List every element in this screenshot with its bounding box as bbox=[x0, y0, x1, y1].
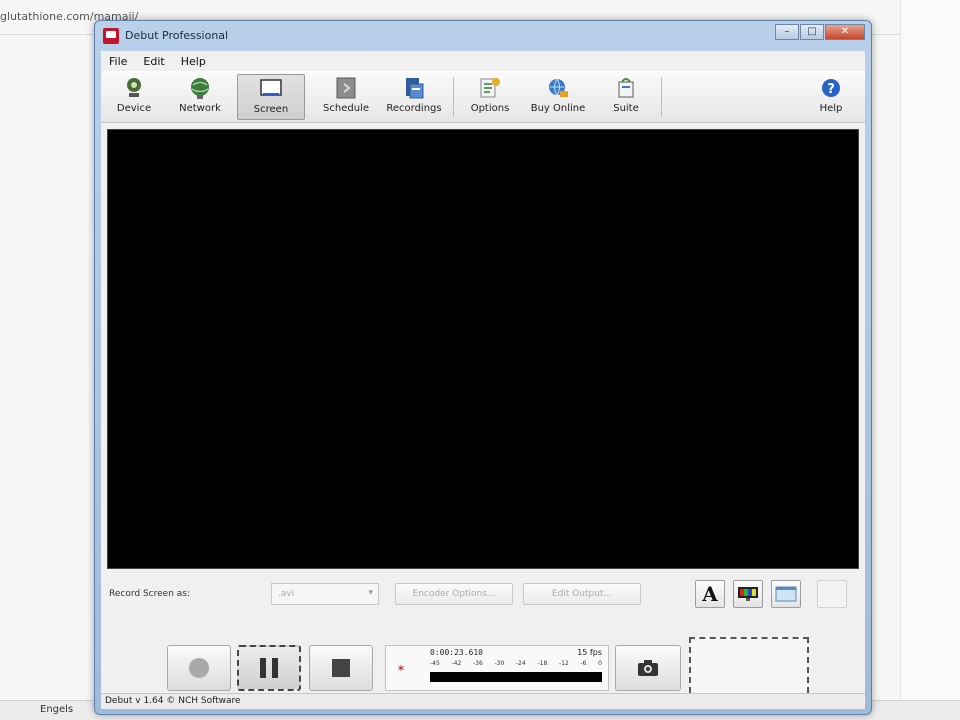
window-controls: – □ ✕ bbox=[775, 24, 865, 40]
network-icon bbox=[191, 78, 209, 99]
format-value: .avi bbox=[278, 589, 295, 599]
menu-help[interactable]: Help bbox=[181, 55, 206, 68]
window-effects-icon bbox=[775, 586, 797, 602]
menu-bar: File Edit Help bbox=[101, 51, 865, 71]
schedule-label: Schedule bbox=[323, 103, 369, 114]
suite-button[interactable]: Suite bbox=[601, 74, 651, 120]
help-button[interactable]: ? Help bbox=[811, 74, 851, 120]
main-toolbar: Device Network Screen Schedule Recording… bbox=[101, 71, 865, 123]
window-title: Debut Professional bbox=[125, 29, 229, 42]
stop-button[interactable] bbox=[309, 645, 373, 691]
maximize-button[interactable]: □ bbox=[800, 24, 824, 40]
suite-label: Suite bbox=[613, 103, 639, 114]
level-tick: -36 bbox=[473, 660, 483, 667]
level-tick: 0 bbox=[598, 660, 602, 667]
schedule-icon bbox=[336, 77, 356, 99]
toolbar-separator bbox=[661, 77, 662, 117]
color-adjust-button[interactable] bbox=[733, 580, 763, 608]
level-tick: -12 bbox=[559, 660, 569, 667]
suite-icon bbox=[618, 78, 634, 98]
screen-label: Screen bbox=[253, 104, 289, 115]
device-button[interactable]: Device bbox=[107, 74, 161, 120]
help-icon: ? bbox=[822, 79, 840, 97]
elapsed-time: 0:00:23.610 bbox=[430, 648, 483, 657]
level-tick: -24 bbox=[516, 660, 526, 667]
encoder-options-button[interactable]: Encoder Options... bbox=[395, 583, 513, 605]
text-overlay-button[interactable]: A bbox=[695, 580, 725, 608]
camera-icon bbox=[638, 660, 658, 676]
recording-indicator-icon: ✶ bbox=[396, 662, 406, 675]
recordings-icon bbox=[406, 78, 424, 99]
video-preview bbox=[107, 129, 859, 569]
record-button[interactable] bbox=[167, 645, 231, 691]
color-bars-icon bbox=[738, 587, 758, 601]
video-effects-button[interactable] bbox=[771, 580, 801, 608]
screen-button[interactable]: Screen bbox=[237, 74, 305, 120]
network-button[interactable]: Network bbox=[171, 74, 229, 120]
screen-icon bbox=[260, 79, 282, 96]
webcam-icon bbox=[127, 78, 141, 97]
status-text: Debut v 1.64 © NCH Software bbox=[105, 696, 241, 706]
audio-level-bar bbox=[430, 672, 602, 682]
pause-button[interactable] bbox=[237, 645, 301, 691]
extra-option-button[interactable] bbox=[817, 580, 847, 608]
level-scale: -45 -42 -36 -30 -24 -18 -12 -6 0 bbox=[430, 660, 602, 670]
globe-cart-icon bbox=[549, 78, 568, 97]
recordings-label: Recordings bbox=[386, 103, 442, 114]
buy-online-label: Buy Online bbox=[530, 103, 586, 114]
record-as-label: Record Screen as: bbox=[109, 589, 190, 599]
buy-online-button[interactable]: Buy Online bbox=[525, 74, 591, 120]
title-bar[interactable]: Debut Professional – □ ✕ bbox=[95, 21, 871, 51]
level-tick: -42 bbox=[451, 660, 462, 667]
status-bar: Debut v 1.64 © NCH Software bbox=[101, 693, 865, 709]
close-button[interactable]: ✕ bbox=[825, 24, 865, 40]
schedule-button[interactable]: Schedule bbox=[317, 74, 375, 120]
record-icon bbox=[189, 658, 209, 678]
level-tick: -45 bbox=[430, 660, 440, 667]
minimize-button[interactable]: – bbox=[775, 24, 799, 40]
toolbar-separator bbox=[453, 77, 454, 117]
recording-controls: ✶ 0:00:23.610 15 fps -45 -42 -36 -30 -24… bbox=[101, 621, 865, 703]
options-label: Options bbox=[470, 103, 510, 114]
pause-icon bbox=[260, 658, 278, 678]
menu-file[interactable]: File bbox=[109, 55, 127, 68]
snapshot-button[interactable] bbox=[615, 645, 681, 691]
options-button[interactable]: Options bbox=[463, 74, 517, 120]
device-label: Device bbox=[116, 103, 152, 114]
chevron-down-icon: ▾ bbox=[368, 588, 373, 598]
frame-rate: 15 fps bbox=[577, 648, 602, 657]
browser-scrollbar[interactable] bbox=[900, 0, 960, 720]
record-options-row: Record Screen as: .avi ▾ Encoder Options… bbox=[101, 575, 865, 615]
recordings-button[interactable]: Recordings bbox=[381, 74, 447, 120]
debut-window: Debut Professional – □ ✕ File Edit Help … bbox=[94, 20, 872, 715]
svg-text:?: ? bbox=[827, 82, 835, 97]
level-tick: -6 bbox=[580, 660, 587, 667]
help-label: Help bbox=[819, 103, 843, 114]
taskbar-item[interactable]: Engels bbox=[40, 704, 73, 715]
menu-edit[interactable]: Edit bbox=[143, 55, 164, 68]
window-client: File Edit Help Device Network Screen Sch… bbox=[101, 51, 865, 709]
level-tick: -30 bbox=[494, 660, 505, 667]
app-icon bbox=[103, 28, 119, 44]
format-select[interactable]: .avi ▾ bbox=[271, 583, 379, 605]
level-tick: -18 bbox=[537, 660, 548, 667]
stop-icon bbox=[332, 659, 350, 677]
edit-output-button[interactable]: Edit Output... bbox=[523, 583, 641, 605]
network-label: Network bbox=[179, 103, 221, 114]
text-a-icon: A bbox=[702, 582, 718, 606]
options-icon bbox=[480, 78, 500, 98]
recording-meter: ✶ 0:00:23.610 15 fps -45 -42 -36 -30 -24… bbox=[385, 645, 609, 691]
